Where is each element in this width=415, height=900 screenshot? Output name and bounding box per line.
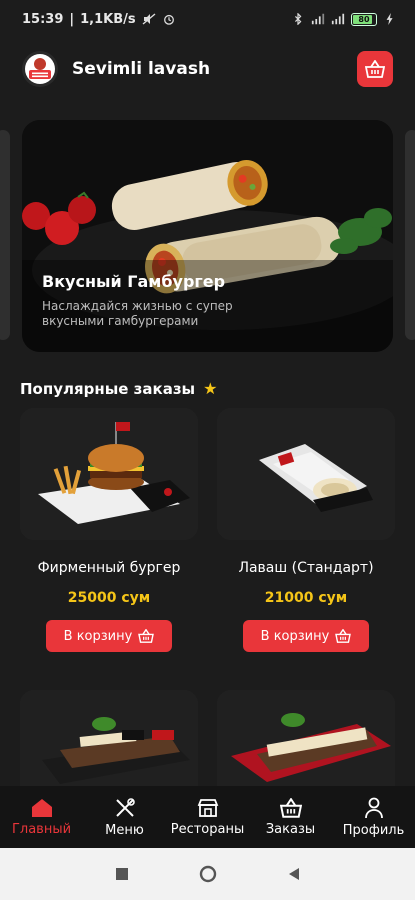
app-logo — [22, 51, 58, 87]
logo-icon — [25, 54, 55, 84]
basket-icon — [138, 629, 155, 643]
product-image[interactable] — [217, 408, 395, 540]
product-price: 25000 сум — [67, 590, 151, 606]
status-time: 15:39 — [22, 11, 64, 27]
burger-image — [20, 408, 198, 540]
nav-profile-label: Профиль — [342, 822, 405, 838]
alarm-icon — [163, 14, 174, 25]
mute-icon — [142, 13, 156, 25]
banner-text: Вкусный Гамбургер Наслаждайся жизнью с с… — [42, 272, 262, 329]
nav-orders[interactable]: Заказы — [251, 797, 331, 837]
basket-icon — [279, 797, 302, 818]
lavash-image — [217, 408, 395, 540]
product-image-partial[interactable] — [217, 690, 395, 790]
add-to-cart-button[interactable]: В корзину — [46, 620, 172, 652]
banner-title: Вкусный Гамбургер — [42, 272, 226, 291]
add-to-cart-button[interactable]: В корзину — [243, 620, 369, 652]
home-icon — [31, 798, 52, 817]
banner-carousel[interactable]: Вкусный Гамбургер Наслаждайся жизнью с с… — [0, 120, 415, 352]
nav-profile[interactable]: Профиль — [334, 797, 414, 838]
store-icon — [197, 798, 218, 817]
nav-restaurants[interactable]: Рестораны — [168, 798, 248, 837]
product-card[interactable]: Лаваш (Стандарт) 21000 сум В корзину — [217, 408, 395, 678]
previous-banner[interactable] — [0, 130, 10, 340]
add-to-cart-label: В корзину — [260, 628, 330, 644]
nav-home-label: Главный — [11, 821, 72, 837]
home-button-icon[interactable] — [199, 865, 217, 883]
cutlery-icon — [115, 797, 135, 817]
product-name: Лаваш (Стандарт) — [238, 560, 374, 576]
nav-menu[interactable]: Меню — [85, 797, 165, 838]
banner-subtitle: Наслаждайся жизнью с супер вкусными гамб… — [42, 299, 233, 328]
cart-button[interactable] — [357, 51, 393, 87]
product-card[interactable]: Фирменный бургер 25000 сум В корзину — [20, 408, 198, 678]
system-navigation-bar — [0, 848, 415, 900]
kebab-plate-image — [217, 690, 395, 790]
signal-icon — [311, 13, 325, 25]
nav-menu-label: Меню — [105, 822, 144, 838]
star-icon: ★ — [203, 379, 218, 398]
signal-icon-2 — [331, 13, 345, 25]
battery-icon: 80 — [351, 12, 377, 26]
nav-restaurants-label: Рестораны — [170, 821, 245, 837]
product-name: Фирменный бургер — [37, 560, 181, 576]
bluetooth-icon — [295, 13, 302, 25]
bottom-navigation: Главный Меню Рестораны Заказы Профиль — [0, 786, 415, 848]
popular-title-text: Популярные заказы — [20, 379, 196, 398]
product-image[interactable] — [20, 408, 198, 540]
recent-apps-icon[interactable] — [115, 867, 129, 881]
banner-card[interactable]: Вкусный Гамбургер Наслаждайся жизнью с с… — [22, 120, 393, 352]
popular-section-title: Популярные заказы ★ — [20, 379, 217, 398]
kebab-plate-image — [20, 690, 198, 790]
product-image-partial[interactable] — [20, 690, 198, 790]
status-speed: 1,1KB/s — [80, 11, 136, 27]
user-icon — [364, 797, 383, 818]
basket-icon — [365, 60, 385, 78]
basket-icon — [335, 629, 352, 643]
app-header: Sevimli lavash — [0, 38, 415, 100]
nav-orders-label: Заказы — [265, 821, 316, 837]
back-icon[interactable] — [287, 867, 301, 881]
product-price: 21000 сум — [264, 590, 348, 606]
status-bar: 15:39 | 1,1KB/s 80 — [0, 0, 415, 38]
charging-icon — [386, 13, 393, 25]
next-banner[interactable] — [405, 130, 415, 340]
nav-home[interactable]: Главный — [2, 798, 82, 837]
app-title: Sevimli lavash — [72, 59, 211, 79]
add-to-cart-label: В корзину — [63, 628, 133, 644]
